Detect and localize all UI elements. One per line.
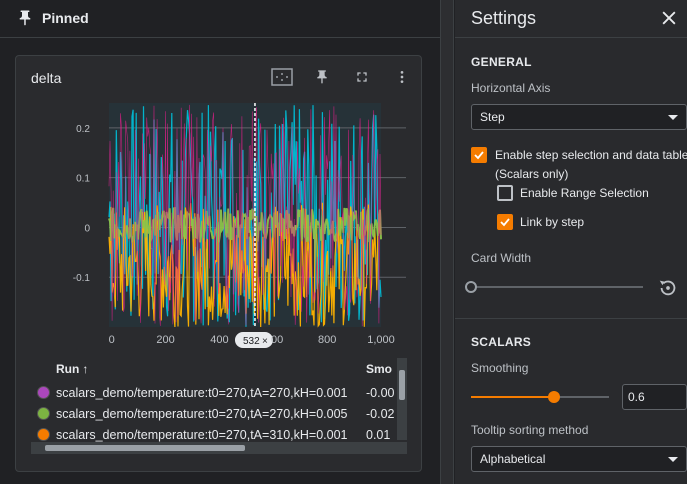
chevron-down-icon — [668, 115, 678, 120]
run-header-label: Run — [56, 362, 80, 376]
smoothing-input[interactable]: 0.6 — [622, 384, 687, 410]
range-selection-checkbox[interactable] — [497, 185, 513, 201]
pinned-title: Pinned — [42, 10, 89, 26]
divider — [455, 37, 687, 38]
run-name: scalars_demo/temperature:t0=270,tA=310,k… — [56, 427, 348, 442]
pin-icon — [19, 10, 31, 26]
smoothing-label: Smoothing — [471, 361, 529, 375]
link-by-step-checkbox[interactable] — [497, 214, 513, 230]
card-toolbar — [271, 66, 413, 88]
step-selection-label: Enable step selection and data table — [495, 148, 687, 162]
x-tick-label: 1,000 — [367, 334, 395, 346]
more-vert-icon — [400, 71, 404, 83]
pinned-pane: Pinned delta -0.1 0 0.1 0.2 0 200 400 800 1,000 5… — [0, 0, 440, 484]
arrow-up-icon: ↑ — [82, 362, 89, 376]
x-tick-label: 400 — [210, 334, 228, 346]
card-title: delta — [31, 70, 62, 86]
scalars-heading: SCALARS — [471, 335, 532, 349]
smoothing-slider-fill — [471, 396, 554, 398]
step-selection-sublabel: (Scalars only) — [495, 167, 569, 181]
close-icon: × — [262, 336, 268, 347]
reset-icon[interactable] — [657, 277, 679, 299]
scalar-card: delta -0.1 0 0.1 0.2 0 200 400 800 1,000 532 × 00 R… — [15, 55, 422, 472]
smoothing-value: 0.6 — [628, 390, 645, 404]
run-name: scalars_demo/temperature:t0=270,tA=270,k… — [56, 385, 348, 400]
horizontal-axis-value: Step — [480, 110, 505, 124]
table-header: Run ↑ Smo — [31, 356, 407, 382]
horizontal-axis-label: Horizontal Axis — [471, 81, 551, 95]
tooltip-sort-label: Tooltip sorting method — [471, 423, 589, 437]
run-color-swatch[interactable] — [37, 386, 50, 399]
link-by-step-label: Link by step — [520, 215, 585, 229]
close-icon[interactable] — [659, 8, 679, 28]
fullscreen-icon — [357, 72, 367, 82]
vertical-scrollbar[interactable] — [397, 358, 407, 440]
settings-title: Settings — [471, 8, 537, 28]
table-row[interactable]: scalars_demo/temperature:t0=270,tA=270,k… — [31, 382, 407, 403]
divider — [455, 318, 687, 319]
chevron-down-icon — [668, 457, 678, 462]
x-tick-label: 00 — [271, 334, 283, 346]
pin-card-button[interactable] — [311, 66, 333, 88]
fit-to-data-icon — [271, 68, 293, 86]
x-tick-label: 800 — [318, 334, 336, 346]
run-color-swatch[interactable] — [37, 428, 50, 441]
card-width-label: Card Width — [471, 251, 532, 265]
horizontal-scrollbar[interactable] — [31, 442, 407, 454]
run-column-header[interactable]: Run ↑ — [56, 362, 366, 376]
fullscreen-button[interactable] — [351, 66, 373, 88]
tooltip-sort-value: Alphabetical — [480, 452, 546, 466]
settings-pane: Settings GENERAL Horizontal Axis Step En… — [455, 0, 687, 484]
table-body: scalars_demo/temperature:t0=270,tA=270,k… — [31, 382, 407, 445]
card-width-slider[interactable] — [471, 286, 643, 288]
pinned-header: Pinned — [0, 0, 440, 36]
pin-icon — [317, 70, 327, 84]
run-color-swatch[interactable] — [37, 407, 50, 420]
step-selection-checkbox[interactable] — [471, 147, 487, 163]
scroll-thumb[interactable] — [45, 445, 245, 451]
divider — [0, 37, 440, 38]
chart[interactable]: -0.1 0 0.1 0.2 0 200 400 800 1,000 532 × 00 — [16, 100, 423, 350]
horizontal-axis-select[interactable]: Step — [471, 104, 687, 130]
run-name: scalars_demo/temperature:t0=270,tA=270,k… — [56, 406, 348, 421]
check-icon — [474, 151, 484, 160]
fit-to-data-button[interactable] — [271, 66, 293, 88]
x-tick-label: 200 — [156, 334, 174, 346]
pane-resize-handle[interactable] — [440, 0, 454, 484]
step-badge-label: 532 — [243, 336, 260, 347]
y-tick-label: 0.2 — [76, 124, 90, 135]
card-width-slider-knob[interactable] — [465, 281, 477, 293]
more-options-button[interactable] — [391, 66, 413, 88]
y-tick-label: -0.1 — [73, 273, 91, 284]
smoothed-column-header[interactable]: Smo — [366, 362, 396, 376]
general-heading: GENERAL — [471, 55, 532, 69]
smoothing-slider-knob[interactable] — [547, 391, 560, 403]
table-row[interactable]: scalars_demo/temperature:t0=270,tA=270,k… — [31, 403, 407, 424]
check-icon — [500, 218, 510, 227]
x-tick-label: 0 — [109, 334, 115, 346]
y-tick-label: 0.1 — [76, 174, 90, 185]
scroll-thumb[interactable] — [399, 370, 405, 400]
range-selection-label: Enable Range Selection — [520, 186, 649, 200]
y-tick-label: 0 — [84, 223, 90, 234]
chart-svg[interactable]: -0.1 0 0.1 0.2 0 200 400 800 1,000 532 × 00 — [16, 100, 423, 350]
tooltip-sort-select[interactable]: Alphabetical — [471, 446, 687, 472]
